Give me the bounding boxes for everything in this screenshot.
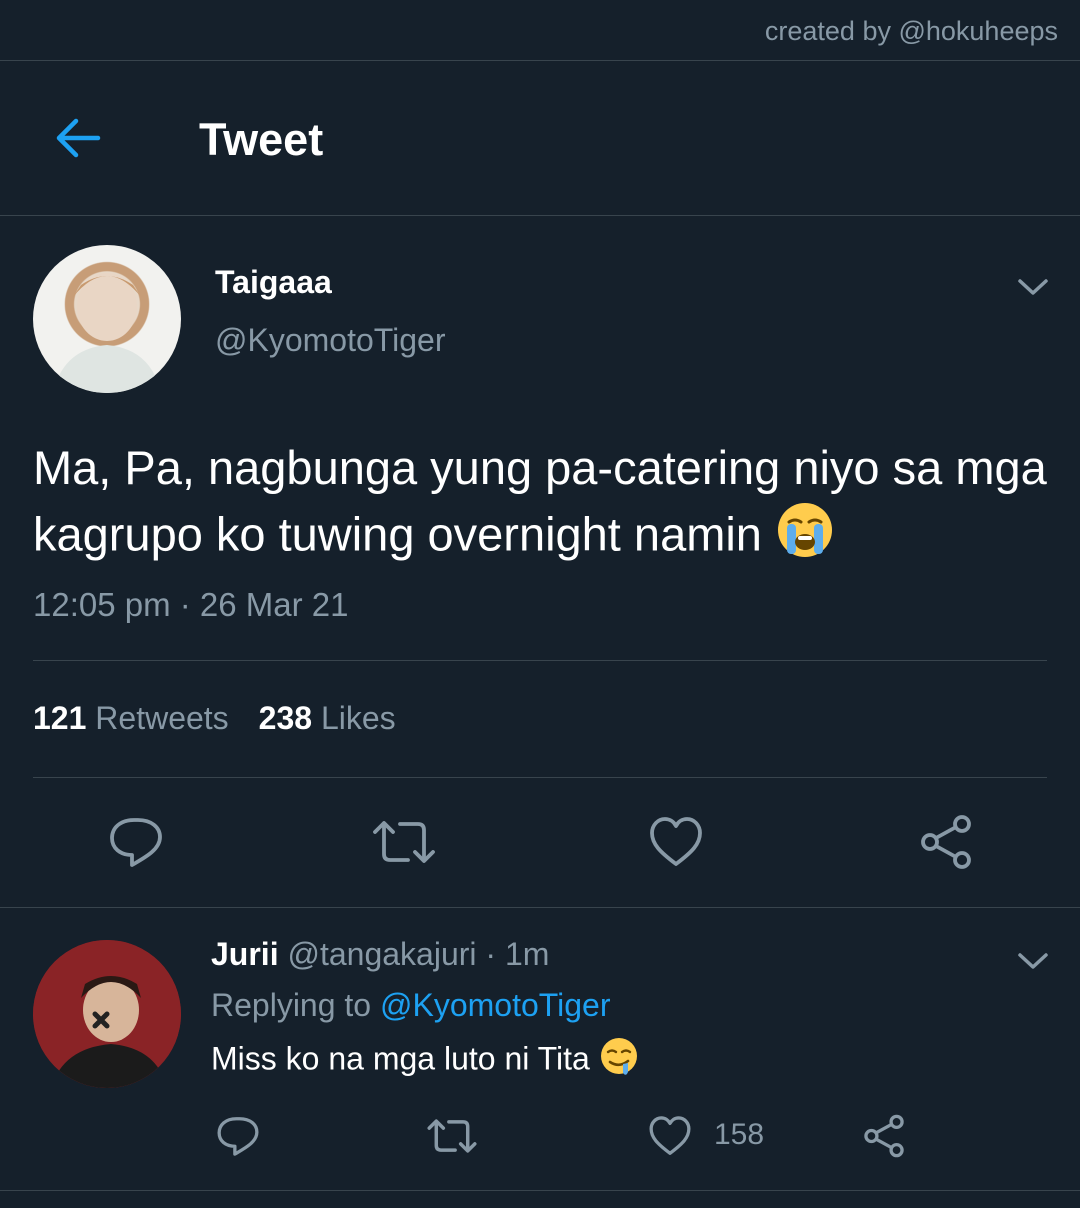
divider <box>0 215 1080 216</box>
avatar[interactable] <box>33 245 181 393</box>
divider <box>0 60 1080 61</box>
reply-separator: · <box>485 936 497 972</box>
reply-header: Jurii @tangakajuri · 1m <box>211 936 549 973</box>
divider <box>33 777 1047 778</box>
divider <box>33 660 1047 661</box>
heart-icon[interactable] <box>648 814 704 870</box>
retweets-stat[interactable]: 121 Retweets <box>33 700 229 736</box>
loudly-crying-face-icon <box>775 500 835 576</box>
reply-icon[interactable] <box>108 814 164 870</box>
author-handle[interactable]: @KyomotoTiger <box>215 322 445 359</box>
chevron-down-icon[interactable] <box>1016 950 1050 972</box>
tweet-timestamp[interactable]: 12:05 pm · 26 Mar 21 <box>33 586 349 624</box>
replying-to-link[interactable]: @KyomotoTiger <box>380 987 610 1023</box>
likes-count: 238 <box>258 700 313 736</box>
reply-author-name[interactable]: Jurii <box>211 936 279 972</box>
retweet-icon[interactable] <box>426 1114 478 1158</box>
share-icon[interactable] <box>918 814 974 870</box>
reply-like-count: 158 <box>714 1118 765 1151</box>
divider <box>0 907 1080 908</box>
page-title: Tweet <box>199 114 324 165</box>
likes-stat[interactable]: 238 Likes <box>259 700 396 736</box>
watermark-credit: created by @hokuheeps <box>764 16 1058 46</box>
reply-author-handle[interactable]: @tangakajuri <box>287 936 476 972</box>
reply-text-content: Miss ko na mga luto ni Tita <box>211 1040 590 1077</box>
tweet-text-content: Ma, Pa, nagbunga yung pa-catering niyo s… <box>33 441 1047 561</box>
author-display-name[interactable]: Taigaaa <box>215 264 332 301</box>
divider <box>0 1190 1080 1191</box>
share-icon[interactable] <box>862 1114 906 1158</box>
likes-label: Likes <box>320 700 396 736</box>
retweets-count: 121 <box>33 700 87 736</box>
avatar[interactable] <box>33 940 181 1088</box>
reply-text: Miss ko na mga luto ni Tita <box>211 1037 639 1085</box>
replying-to-line: Replying to @KyomotoTiger <box>211 987 610 1024</box>
tweet-text: Ma, Pa, nagbunga yung pa-catering niyo s… <box>33 436 1053 576</box>
heart-icon[interactable] <box>648 1114 692 1158</box>
reply-time: 1m <box>504 936 550 972</box>
drooling-face-icon <box>599 1037 639 1085</box>
chevron-down-icon[interactable] <box>1016 276 1050 298</box>
retweet-icon[interactable] <box>372 814 436 870</box>
back-arrow-icon[interactable] <box>52 112 104 164</box>
replying-to-label: Replying to <box>211 987 372 1023</box>
retweets-label: Retweets <box>95 700 229 736</box>
tweet-stats: 121 Retweets 238 Likes <box>33 700 396 737</box>
reply-icon[interactable] <box>216 1114 260 1158</box>
